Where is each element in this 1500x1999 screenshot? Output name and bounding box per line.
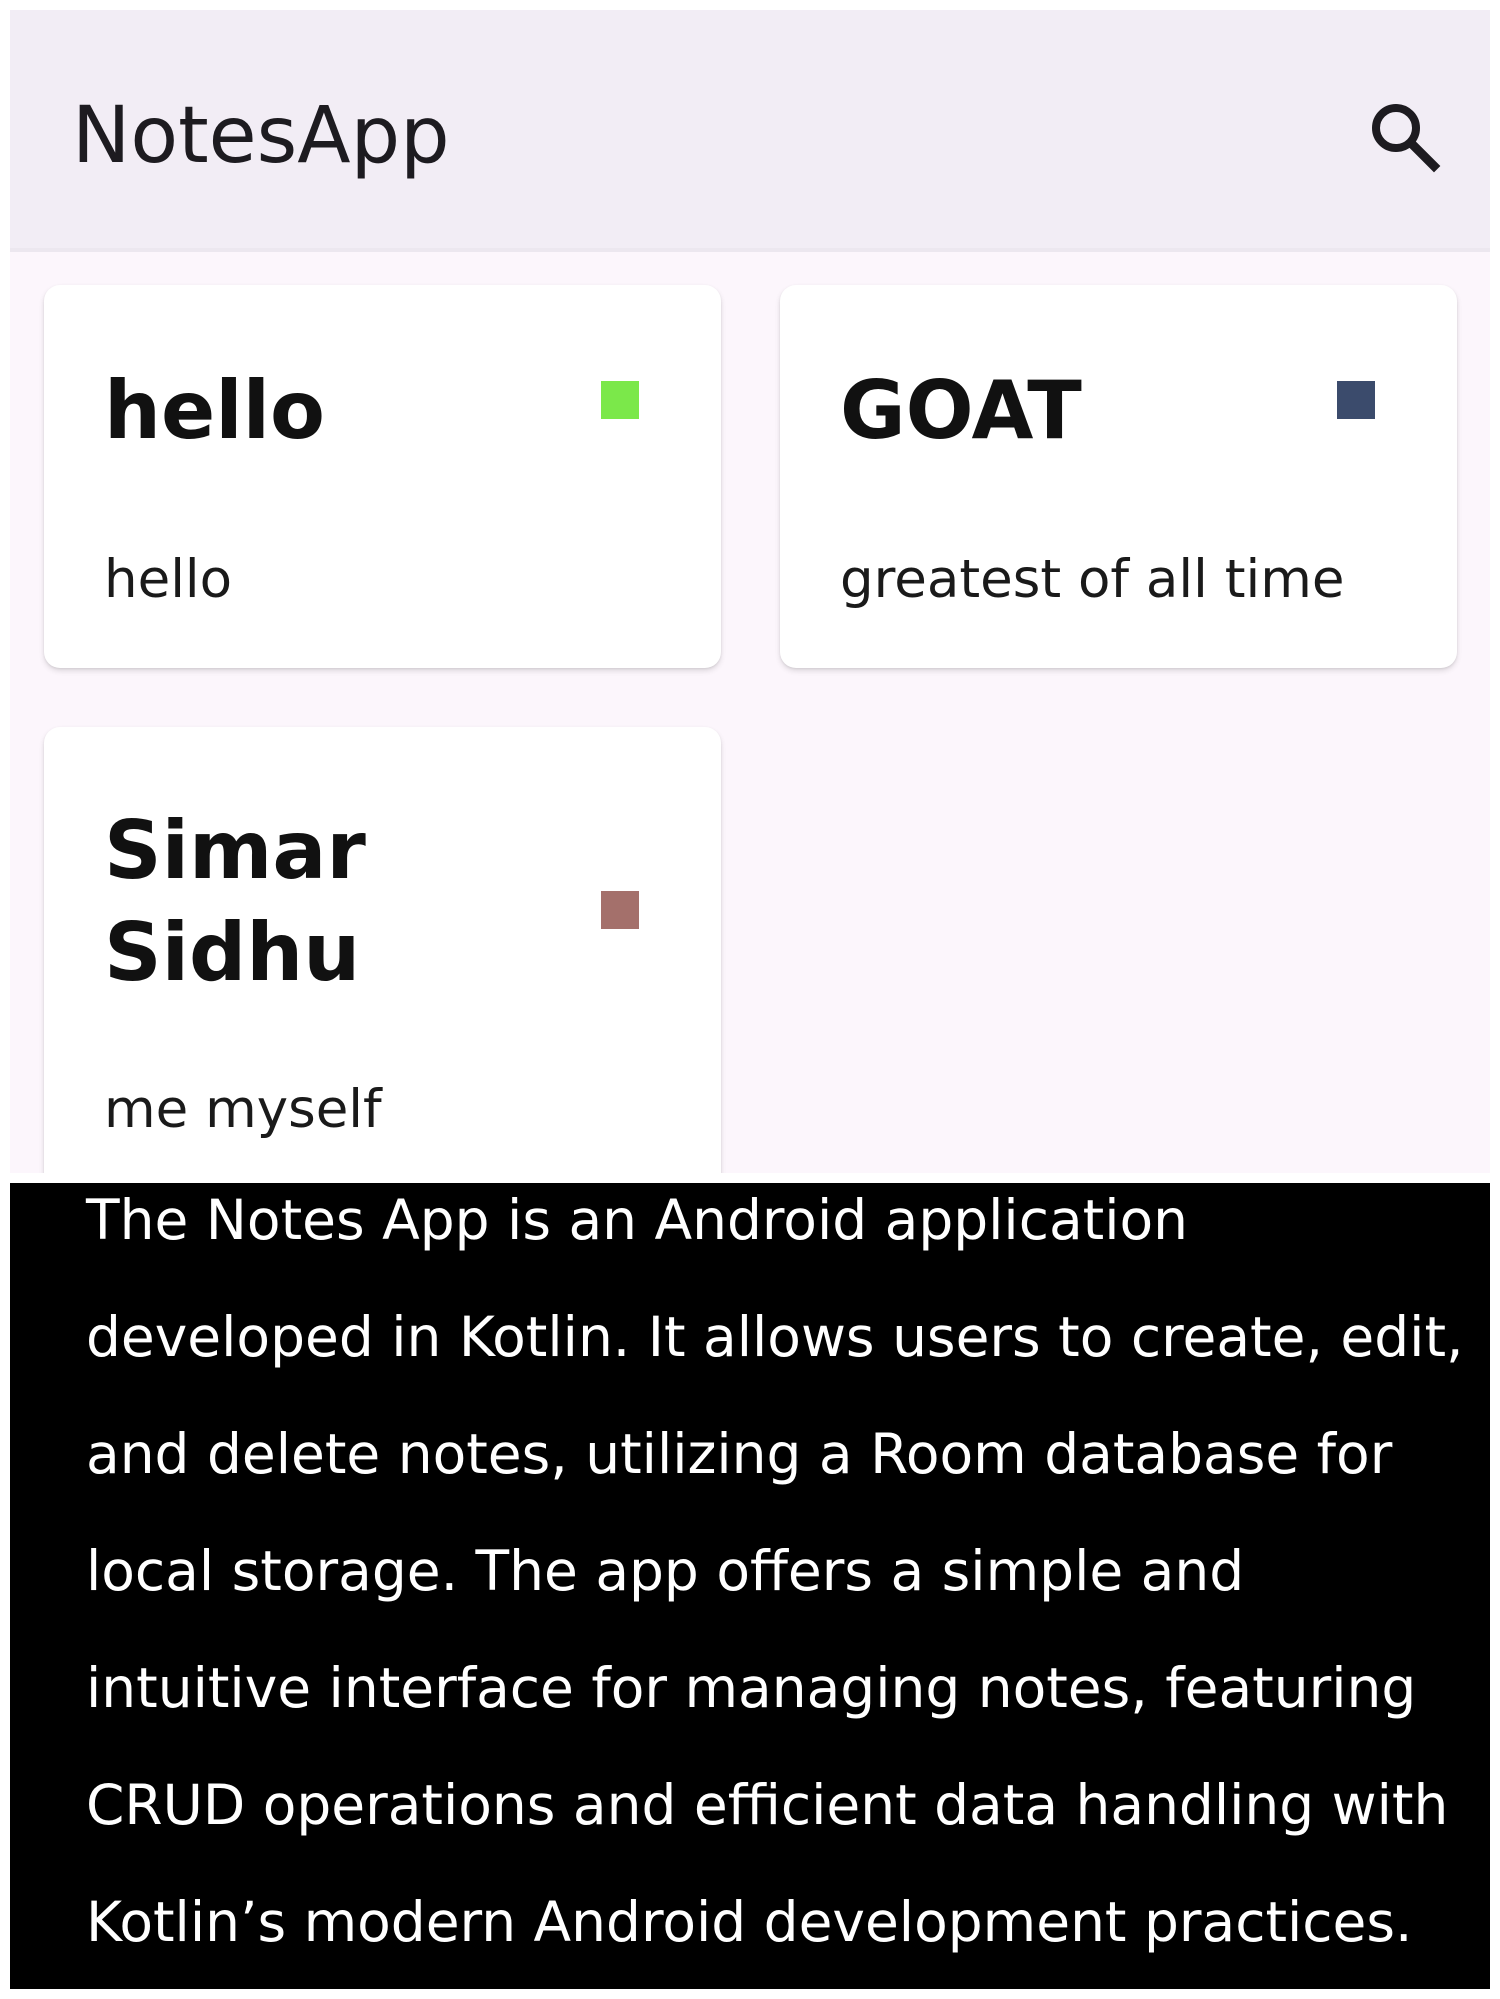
note-card[interactable]: GOAT greatest of all time <box>780 285 1457 668</box>
note-title-line-1: Simar <box>104 804 366 897</box>
note-title: GOAT <box>840 364 1082 457</box>
note-color-swatch <box>601 891 639 929</box>
note-color-swatch <box>601 381 639 419</box>
top-app-bar: NotesApp <box>10 10 1490 252</box>
note-color-swatch <box>1337 381 1375 419</box>
note-card[interactable]: hello hello <box>44 285 721 668</box>
description-line: CRUD operations and efficient data handl… <box>86 1773 1449 1837</box>
description-line: local storage. The app offers a simple a… <box>86 1539 1245 1603</box>
note-body: hello <box>104 549 233 610</box>
description-line: and delete notes, utilizing a Room datab… <box>86 1422 1393 1486</box>
search-icon <box>1372 104 1441 173</box>
description-panel: The Notes App is an Android application … <box>10 1183 1490 1989</box>
description-line: The Notes App is an Android application <box>86 1188 1189 1252</box>
screenshot-composite: NotesApp hello hello GOAT greatest of al… <box>0 0 1500 1999</box>
note-title-line-2: Sidhu <box>104 906 361 999</box>
notes-app-screen: NotesApp hello hello GOAT greatest of al… <box>10 10 1490 1173</box>
note-card[interactable]: Simar Sidhu me myself <box>44 727 721 1173</box>
note-title: hello <box>104 364 326 457</box>
description-line: developed in Kotlin. It allows users to … <box>86 1305 1464 1369</box>
description-line: Kotlin’s modern Android development prac… <box>86 1890 1413 1954</box>
search-button[interactable] <box>1362 94 1450 182</box>
note-body: greatest of all time <box>840 549 1345 610</box>
app-title: NotesApp <box>72 91 450 181</box>
note-body: me myself <box>104 1079 382 1140</box>
description-line: intuitive interface for managing notes, … <box>86 1656 1417 1720</box>
